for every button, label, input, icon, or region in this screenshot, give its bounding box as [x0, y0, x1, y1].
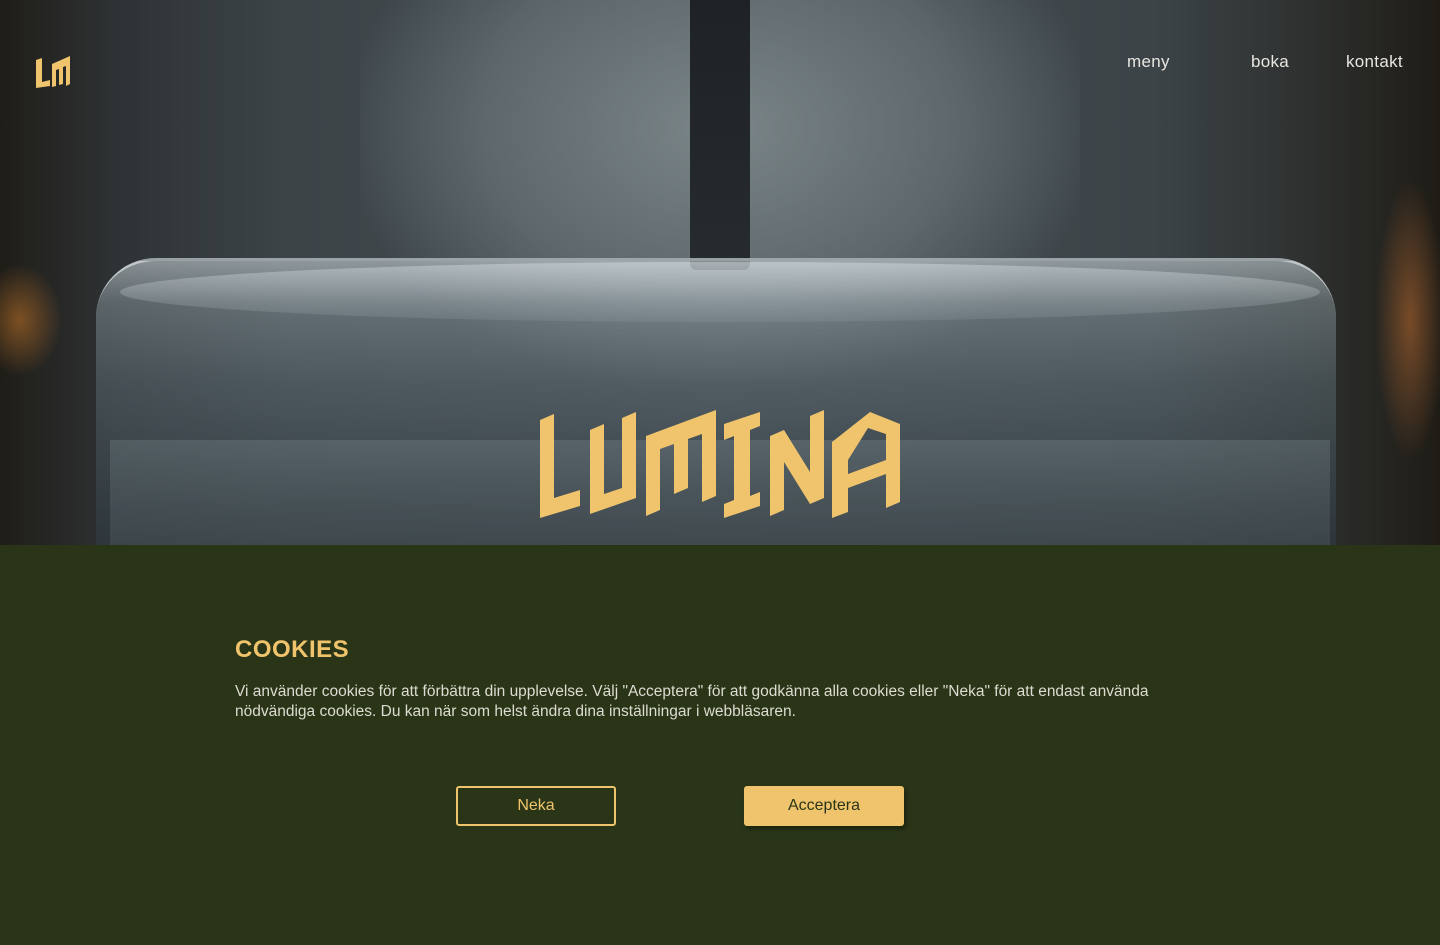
- hero-background-tie: [690, 0, 750, 270]
- nav-link-kontakt[interactable]: kontakt: [1346, 52, 1403, 72]
- cookie-banner-title: COOKIES: [235, 636, 350, 663]
- hero-section: meny boka kontakt: [0, 0, 1440, 545]
- hero-background-glass-rim: [120, 262, 1320, 322]
- decline-cookies-button[interactable]: Neka: [456, 786, 616, 826]
- cookie-banner-text: Vi använder cookies för att förbättra di…: [235, 683, 1149, 720]
- accept-cookies-button[interactable]: Acceptera: [744, 786, 904, 826]
- nav-link-boka[interactable]: boka: [1251, 52, 1289, 72]
- lumina-wordmark-logo: [538, 402, 904, 520]
- cookie-banner: COOKIES Vi använder cookies för att förb…: [0, 545, 1440, 945]
- nav-link-meny[interactable]: meny: [1127, 52, 1170, 72]
- main-nav: meny boka kontakt: [0, 52, 1440, 76]
